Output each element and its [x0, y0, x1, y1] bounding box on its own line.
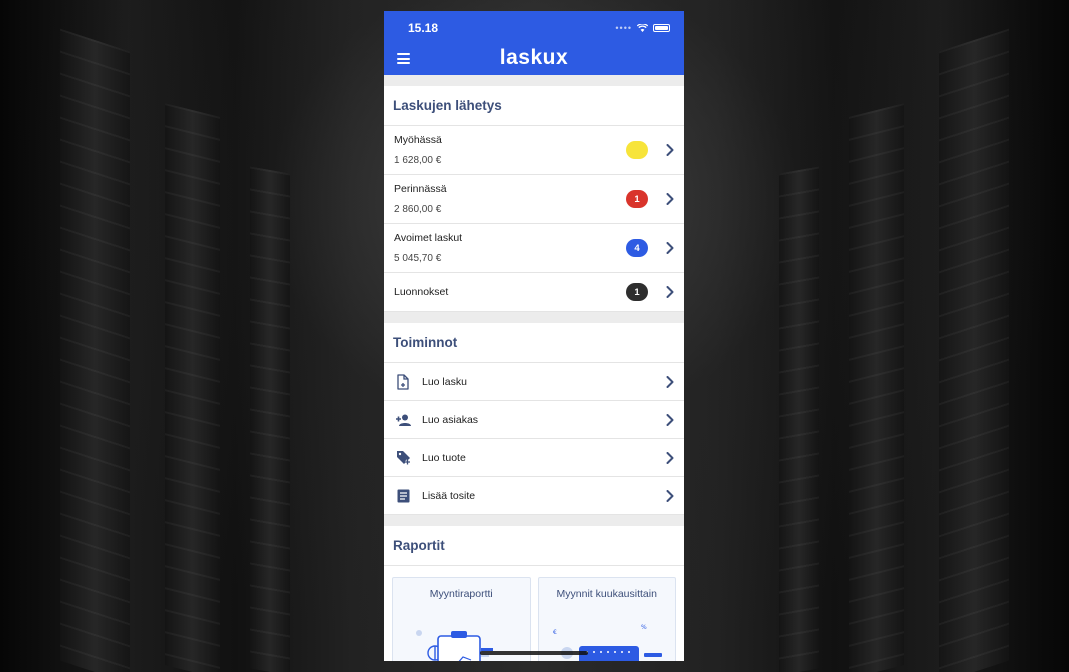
- app-bar: laskux: [384, 45, 684, 75]
- action-row[interactable]: Luo lasku: [384, 363, 684, 401]
- section-title: Toiminnot: [384, 323, 684, 363]
- wifi-icon: [637, 24, 648, 32]
- background-rack: [849, 103, 904, 672]
- file-plus-icon: [395, 373, 411, 390]
- chevron-right-icon: [666, 413, 674, 426]
- action-label: Luo asiakas: [422, 413, 479, 426]
- chevron-right-icon: [666, 193, 674, 205]
- phone-screen: 15.18 •••• laskux Laskujen lähetys Myöhä…: [384, 11, 684, 661]
- home-indicator: [480, 651, 588, 655]
- top-bar: 15.18 •••• laskux: [384, 11, 684, 75]
- action-row[interactable]: Luo asiakas: [384, 401, 684, 439]
- count-badge: 1: [626, 283, 648, 301]
- invoice-sending-section: Laskujen lähetys Myöhässä 1 628,00 € 1 Per…: [384, 86, 684, 312]
- tag-plus-icon: [395, 450, 411, 466]
- row-text: Perinnässä 2 860,00 €: [394, 183, 626, 215]
- chevron-right-icon: [666, 242, 674, 254]
- report-cards: Myyntiraportti Myynnit kuukausittain € %: [384, 566, 684, 661]
- document-list-icon: [395, 488, 411, 504]
- invoice-status-row[interactable]: Myöhässä 1 628,00 € 1: [384, 126, 684, 175]
- report-card-label: Myynnit kuukausittain: [556, 588, 657, 600]
- count-badge: 4: [626, 239, 648, 257]
- invoice-status-list: Myöhässä 1 628,00 € 1 Perinnässä 2 860,00 €…: [384, 126, 684, 312]
- action-label: Luo tuote: [422, 451, 466, 464]
- action-row[interactable]: Lisää tosite: [384, 477, 684, 515]
- app-logo: laskux: [499, 46, 569, 69]
- chevron-right-icon: [666, 286, 674, 298]
- report-card-sales[interactable]: Myyntiraportti: [392, 577, 531, 661]
- section-title: Laskujen lähetys: [384, 86, 684, 126]
- background-rack: [250, 166, 290, 672]
- row-label: Luonnokset: [394, 286, 449, 298]
- section-title: Raportit: [384, 526, 684, 566]
- svg-text:%: %: [641, 624, 647, 631]
- status-time: 15.18: [408, 21, 439, 35]
- background-rack: [939, 28, 1009, 672]
- invoice-status-row[interactable]: Avoimet laskut 5 045,70 € 4: [384, 224, 684, 273]
- reports-section: Raportit Myyntiraportti Myynnit kuukausi…: [384, 526, 684, 661]
- person-add-icon: [395, 412, 411, 428]
- actions-list: Luo lasku Luo asiakas Luo tuote Lisää to…: [384, 363, 684, 515]
- actions-section: Toiminnot Luo lasku Luo asiakas Luo tuot…: [384, 323, 684, 515]
- row-text: Avoimet laskut 5 045,70 €: [394, 232, 626, 264]
- report-card-label: Myyntiraportti: [429, 588, 493, 600]
- status-bar: 15.18 ••••: [384, 11, 684, 45]
- chevron-right-icon: [666, 144, 674, 156]
- signal-icon: ••••: [615, 23, 632, 33]
- row-amount: 1 628,00 €: [394, 155, 442, 166]
- background-rack: [779, 166, 819, 672]
- battery-icon: [653, 24, 670, 32]
- row-text: Myöhässä 1 628,00 €: [394, 134, 626, 166]
- chevron-right-icon: [666, 489, 674, 502]
- count-badge: 1: [626, 190, 648, 208]
- action-label: Luo lasku: [422, 375, 467, 388]
- row-label: Avoimet laskut: [394, 232, 463, 244]
- status-icons: ••••: [615, 23, 670, 33]
- chevron-right-icon: [666, 451, 674, 464]
- action-label: Lisää tosite: [422, 489, 476, 502]
- row-amount: 2 860,00 €: [394, 204, 442, 215]
- background-rack: [165, 103, 220, 672]
- row-label: Myöhässä: [394, 134, 442, 146]
- invoice-status-row[interactable]: Perinnässä 2 860,00 € 1: [384, 175, 684, 224]
- row-label: Perinnässä: [394, 183, 447, 195]
- background-rack: [60, 28, 130, 672]
- action-row[interactable]: Luo tuote: [384, 439, 684, 477]
- chevron-right-icon: [666, 375, 674, 388]
- row-text: Luonnokset: [394, 286, 626, 298]
- invoice-status-row[interactable]: Luonnokset 1: [384, 273, 684, 312]
- report-card-monthly[interactable]: Myynnit kuukausittain € %: [537, 577, 676, 661]
- count-badge: 1: [626, 141, 648, 159]
- row-amount: 5 045,70 €: [394, 253, 442, 264]
- svg-text:€: €: [553, 629, 557, 636]
